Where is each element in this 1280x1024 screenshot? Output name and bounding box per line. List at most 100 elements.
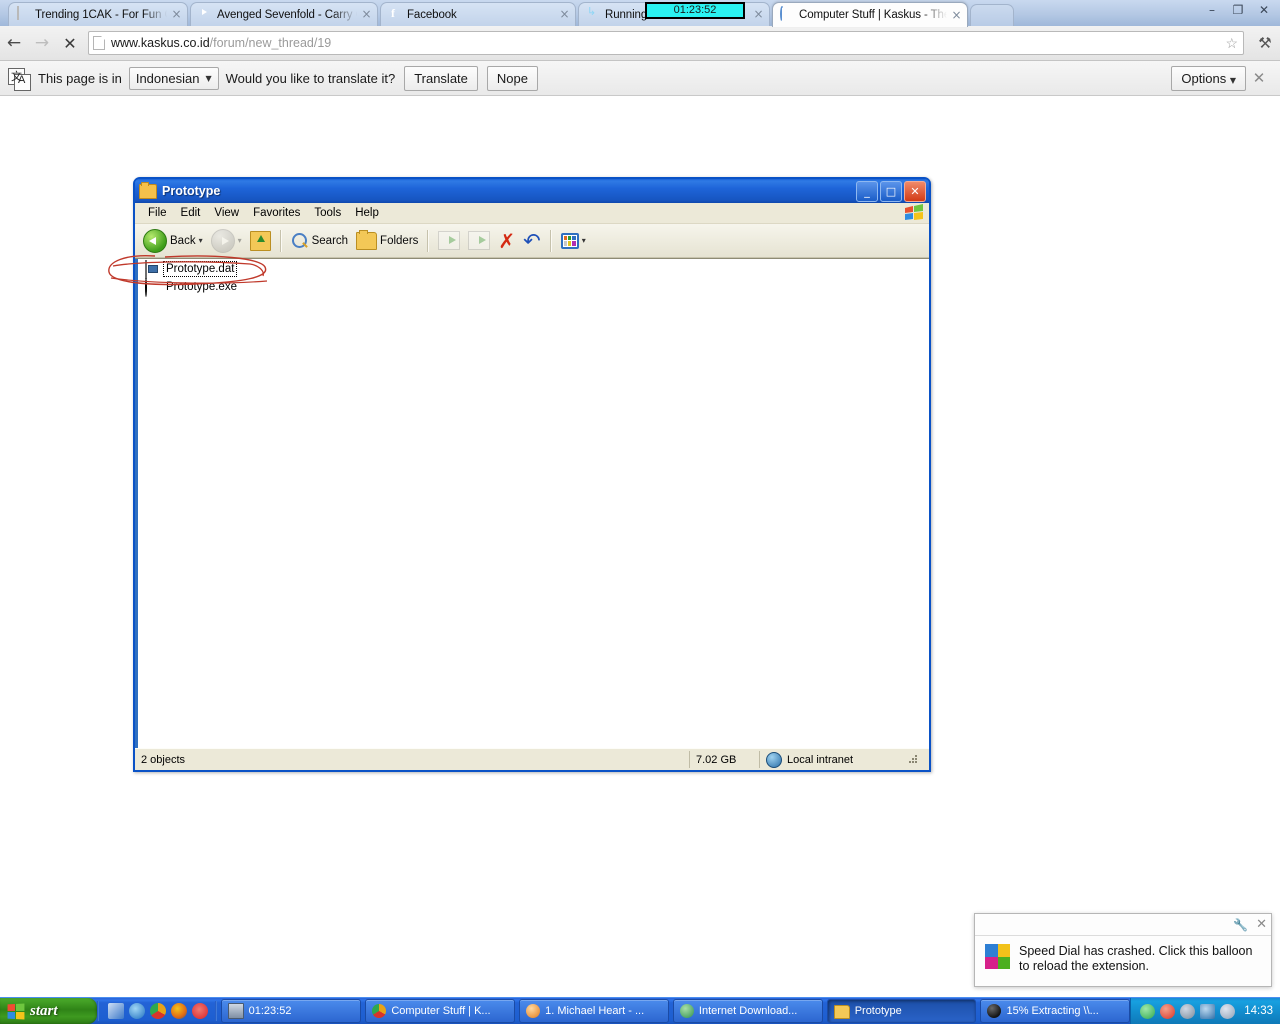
restore-icon[interactable]: ❐ (1226, 1, 1250, 19)
clock[interactable]: 14:33 (1244, 1005, 1273, 1017)
move-to-button[interactable] (434, 227, 464, 254)
taskbar-button-timer[interactable]: 01:23:52 (220, 999, 362, 1023)
exe-file-icon (145, 278, 161, 297)
speed-dial-icon (985, 944, 1010, 969)
network-icon[interactable] (1180, 1003, 1196, 1019)
up-button[interactable] (246, 227, 275, 254)
copy-to-button[interactable] (464, 227, 494, 254)
back-button[interactable]: Back ▾ (139, 227, 207, 254)
undo-button[interactable]: ↶ (519, 227, 545, 254)
translate-close-icon[interactable]: ✕ (1246, 69, 1272, 87)
close-icon[interactable]: ✕ (1252, 1, 1276, 19)
menu-tools[interactable]: Tools (307, 205, 348, 221)
safely-remove-icon[interactable] (1140, 1003, 1156, 1019)
tab-close-button[interactable]: × (170, 8, 183, 21)
chevron-down-icon: ▼ (205, 73, 212, 83)
chrome-icon[interactable] (149, 1003, 166, 1019)
search-button[interactable]: Search (287, 227, 352, 254)
resize-grip-icon[interactable] (907, 753, 921, 767)
taskbar-button-prototype[interactable]: Prototype (826, 999, 977, 1023)
forward-button[interactable]: ▾ (207, 227, 246, 254)
start-button[interactable]: start (0, 998, 97, 1024)
address-bar[interactable]: www.kaskus.co.id/forum/new_thread/19 ☆ (88, 31, 1244, 55)
explorer-close-button[interactable]: ✕ (904, 180, 926, 202)
undo-icon: ↶ (523, 228, 541, 253)
language-value: Indonesian (135, 70, 200, 86)
explorer-maximize-button[interactable]: □ (880, 180, 902, 202)
nope-button[interactable]: Nope (486, 65, 538, 91)
browser-tab-5-active[interactable]: Computer Stuff | Kaskus - The × (772, 2, 968, 27)
delete-icon: ✗ (498, 228, 516, 253)
firefox-icon[interactable] (170, 1003, 187, 1019)
tab-close-button[interactable]: × (950, 9, 963, 22)
windows-flag-icon (903, 204, 925, 221)
taskbar-button-idm[interactable]: Internet Download... (672, 999, 823, 1023)
move-to-icon (438, 231, 461, 250)
url-domain: www.kaskus.co.id (111, 36, 210, 50)
browser-tab-2[interactable]: Avenged Sevenfold - Carry O × (190, 2, 378, 26)
tab-title: Facebook (407, 8, 457, 21)
translate-button[interactable]: Translate (404, 65, 478, 91)
language-select[interactable]: Indonesian ▼ (128, 66, 219, 90)
idm-icon (679, 1004, 694, 1018)
internet-explorer-icon[interactable] (128, 1003, 145, 1019)
speed-dial-balloon[interactable]: 🔧 ✕ Speed Dial has crashed. Click this b… (974, 913, 1272, 987)
minimize-icon[interactable]: – (1200, 1, 1224, 19)
menu-file[interactable]: File (141, 205, 174, 221)
list-item[interactable]: Prototype.exe (135, 278, 929, 297)
taskbar-button-chrome[interactable]: Computer Stuff | K... (365, 999, 516, 1023)
back-icon[interactable]: ← (0, 33, 28, 53)
tab-close-button[interactable]: × (752, 8, 765, 21)
taskbar-button-label: 1. Michael Heart - ... (545, 1005, 645, 1017)
explorer-menu-bar: File Edit View Favorites Tools Help (135, 203, 929, 224)
opera-icon[interactable] (191, 1003, 208, 1019)
search-icon (291, 232, 309, 250)
balloon-body: Speed Dial has crashed. Click this ballo… (975, 936, 1271, 974)
media-icon (526, 1004, 541, 1018)
new-tab-button[interactable] (970, 4, 1014, 26)
file-name[interactable]: Prototype.exe (164, 280, 239, 294)
options-button[interactable]: Options ▼ (1171, 65, 1246, 91)
idm-tray-icon[interactable] (1200, 1003, 1216, 1019)
explorer-minimize-button[interactable]: _ (856, 180, 878, 202)
menu-edit[interactable]: Edit (174, 205, 208, 221)
views-button[interactable]: ▾ (557, 227, 590, 254)
browser-tab-3[interactable]: Facebook × (380, 2, 576, 26)
computer-icon (227, 1003, 244, 1019)
loading-spinner-icon (779, 5, 794, 23)
taskbar-button-label: Computer Stuff | K... (391, 1005, 491, 1017)
bookmark-star-icon[interactable]: ☆ (1225, 35, 1238, 52)
browser-menu-wrench-icon[interactable]: ⚒ (1250, 34, 1280, 52)
search-label: Search (311, 234, 349, 247)
taskbar-button-label: Internet Download... (698, 1005, 798, 1017)
dat-file-icon (145, 260, 161, 279)
tab-close-button[interactable]: × (360, 8, 373, 21)
menu-view[interactable]: View (207, 205, 246, 221)
menu-favorites[interactable]: Favorites (246, 205, 307, 221)
back-arrow-icon (143, 228, 167, 253)
antivirus-icon[interactable] (1160, 1003, 1176, 1019)
show-desktop-icon[interactable] (107, 1003, 124, 1019)
browser-tab-1[interactable]: Trending 1CAK - For Fun Only × (8, 2, 188, 26)
explorer-title-bar[interactable]: Prototype _ □ ✕ (135, 179, 929, 203)
taskbar-button-extracting[interactable]: 15% Extracting \\... (980, 999, 1131, 1023)
updates-icon[interactable] (1220, 1003, 1236, 1019)
taskbar-button-label: 01:23:52 (248, 1005, 292, 1017)
folders-icon (356, 229, 378, 250)
status-zone-label: Local intranet (787, 753, 854, 766)
stop-icon[interactable]: ✕ (56, 34, 84, 53)
taskbar-button-media[interactable]: 1. Michael Heart - ... (519, 999, 669, 1023)
folders-button[interactable]: Folders (352, 227, 422, 254)
forward-icon[interactable]: → (28, 33, 56, 53)
file-list[interactable]: Prototype.dat Prototype.exe (135, 258, 929, 748)
list-item[interactable]: Prototype.dat (135, 260, 929, 279)
menu-help[interactable]: Help (348, 205, 386, 221)
screen: Trending 1CAK - For Fun Only × Avenged S… (0, 0, 1280, 1024)
tab-close-button[interactable]: × (558, 8, 571, 21)
balloon-header: 🔧 ✕ (975, 914, 1271, 936)
file-name[interactable]: Prototype.dat (162, 261, 238, 277)
chevron-down-icon: ▾ (198, 236, 203, 245)
close-icon[interactable]: ✕ (1256, 917, 1267, 932)
delete-button[interactable]: ✗ (494, 227, 519, 254)
wrench-icon[interactable]: 🔧 (1233, 918, 1248, 932)
